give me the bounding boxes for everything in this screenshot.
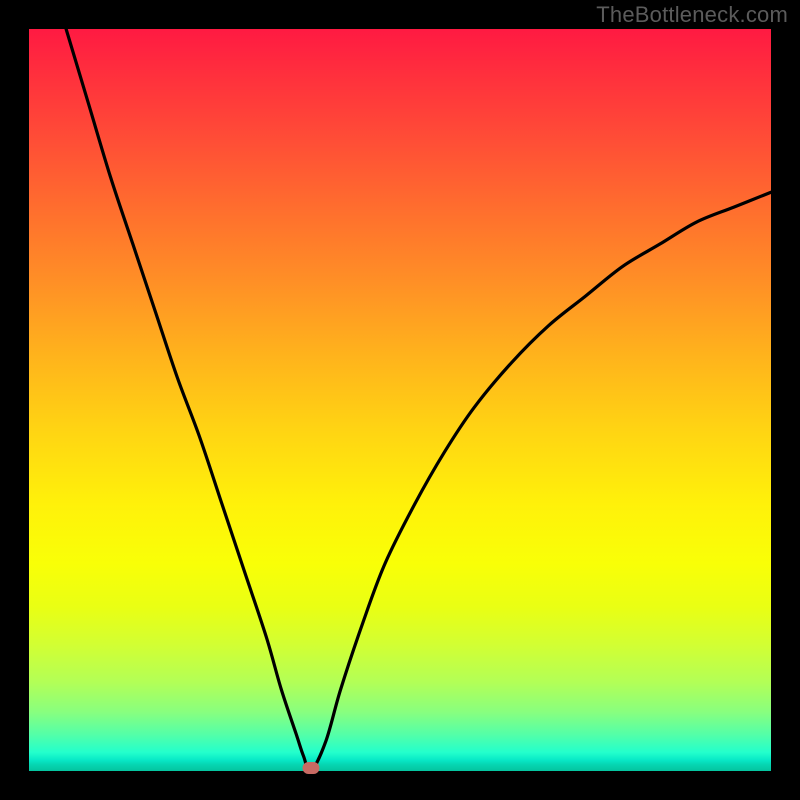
- watermark-text: TheBottleneck.com: [596, 2, 788, 28]
- bottleneck-curve: [29, 29, 771, 771]
- plot-area: [29, 29, 771, 771]
- optimum-marker: [302, 762, 319, 774]
- chart-frame: TheBottleneck.com: [0, 0, 800, 800]
